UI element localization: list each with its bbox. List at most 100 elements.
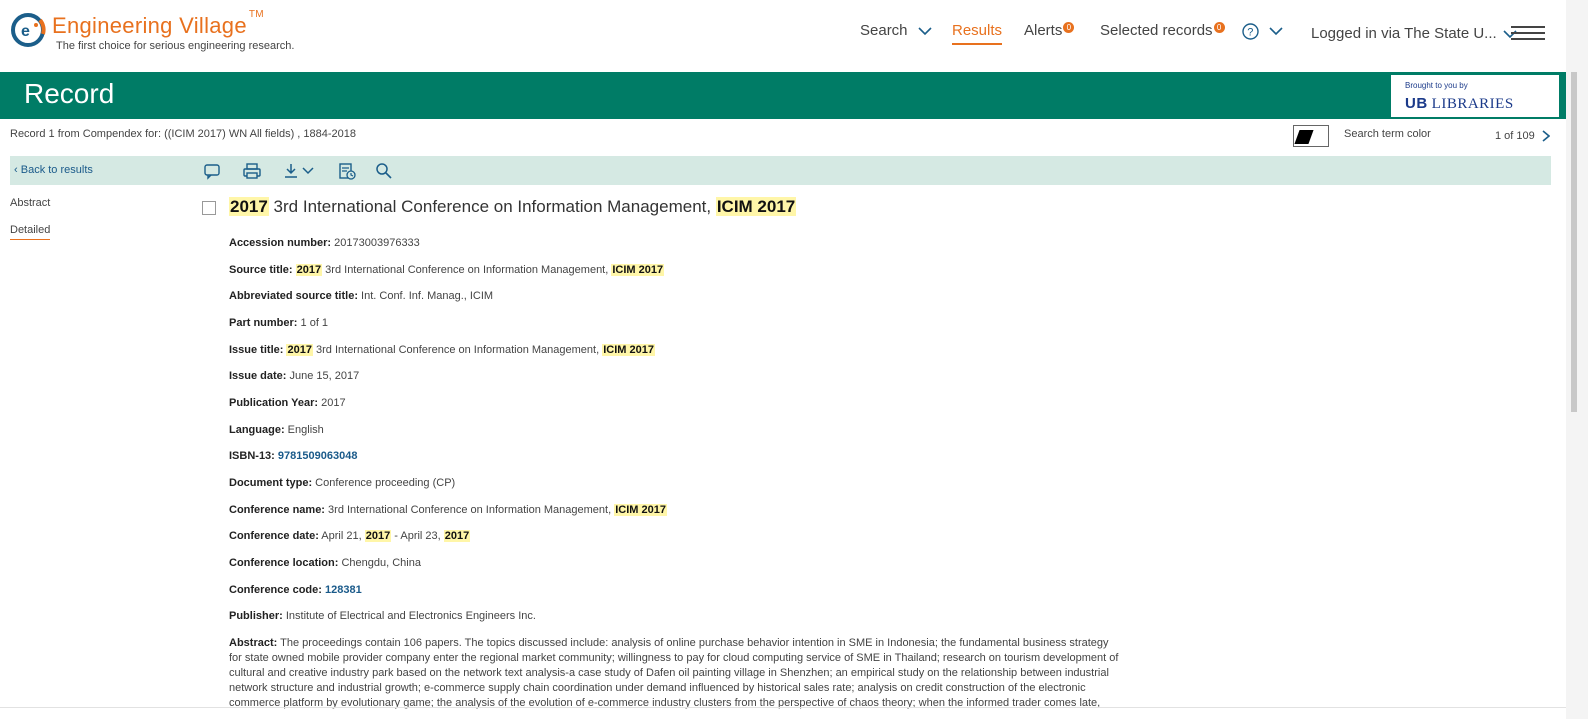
- field-value: - April 23,: [391, 530, 444, 542]
- field-highlight: 2017: [295, 264, 323, 276]
- record-pager[interactable]: 1 of 109: [1495, 130, 1550, 142]
- field-value: Int. Conf. Inf. Manag., ICIM: [357, 290, 494, 302]
- field-value: 3rd International Conference on Informat…: [312, 344, 603, 356]
- field-value: English: [284, 424, 324, 436]
- brought-by-label: Brought to you by: [1405, 81, 1468, 90]
- record-title[interactable]: 2017 3rd International Conference on Inf…: [229, 197, 797, 217]
- engineering-village-logo-icon[interactable]: e: [10, 12, 46, 48]
- sidenav-abstract[interactable]: Abstract: [10, 197, 50, 209]
- comment-icon[interactable]: [202, 161, 222, 181]
- field-abbreviated-source-title: Abbreviated source title: Int. Conf. Inf…: [229, 288, 493, 304]
- field-value: 3rd International Conference on Informat…: [324, 504, 615, 516]
- conference-code-link[interactable]: 128381: [325, 584, 362, 596]
- chevron-down-icon: [918, 26, 932, 35]
- hamburger-menu-icon[interactable]: [1511, 26, 1545, 42]
- field-highlight: ICIM 2017: [602, 344, 655, 356]
- back-to-results-link[interactable]: ‹ Back to results: [14, 164, 93, 176]
- nav-selected-label: Selected records: [1100, 22, 1213, 39]
- field-label: ISBN-13:: [229, 450, 275, 462]
- nav-login[interactable]: Logged in via The State U...: [1311, 25, 1517, 42]
- field-document-type: Document type: Conference proceeding (CP…: [229, 475, 455, 491]
- field-publication-year: Publication Year: 2017: [229, 395, 346, 411]
- field-conference-date: Conference date: April 21, 2017 - April …: [229, 528, 471, 544]
- field-value: Institute of Electrical and Electronics …: [282, 610, 536, 622]
- library-branding[interactable]: Brought to you by UB LIBRARIES: [1390, 74, 1560, 118]
- search-term-color-picker[interactable]: [1293, 125, 1329, 147]
- field-accession-number: Accession number: 20173003976333: [229, 235, 420, 251]
- ub-libraries-logo: UB LIBRARIES: [1405, 95, 1514, 113]
- field-value: Chengdu, China: [338, 557, 421, 569]
- svg-text:?: ?: [1247, 26, 1253, 38]
- field-label: Document type:: [229, 477, 313, 489]
- field-label: Publication Year:: [229, 397, 319, 409]
- search-term-color-label: Search term color: [1344, 128, 1431, 140]
- chevron-down-icon: [1269, 26, 1283, 35]
- nav-search-label: Search: [860, 22, 908, 39]
- field-conference-code: Conference code: 128381: [229, 582, 362, 598]
- help-icon: ?: [1242, 22, 1259, 40]
- field-value: 20173003976333: [331, 237, 420, 249]
- field-label: Conference location:: [229, 557, 339, 569]
- field-label: Conference code:: [229, 584, 322, 596]
- field-label: Accession number:: [229, 237, 332, 249]
- nav-login-label: Logged in via The State U...: [1311, 25, 1497, 42]
- nav-alerts[interactable]: Alerts 0: [1024, 22, 1075, 39]
- chevron-right-icon[interactable]: [1542, 130, 1550, 142]
- field-publisher: Publisher: Institute of Electrical and E…: [229, 608, 536, 624]
- search-icon[interactable]: [374, 161, 394, 181]
- back-label: Back to results: [20, 164, 93, 176]
- field-value: June 15, 2017: [286, 370, 360, 382]
- field-abstract: Abstract: The proceedings contain 106 pa…: [229, 636, 1124, 711]
- ub-logo-mark: UB: [1405, 95, 1428, 112]
- isbn-link[interactable]: 9781509063048: [278, 450, 358, 462]
- chevron-left-icon: ‹: [14, 164, 18, 176]
- field-part-number: Part number: 1 of 1: [229, 315, 328, 331]
- field-highlight: 2017: [364, 530, 392, 542]
- field-conference-location: Conference location: Chengdu, China: [229, 555, 421, 571]
- record-toolbar: ‹ Back to results: [10, 156, 1551, 185]
- scrollbar-thumb[interactable]: [1571, 72, 1577, 412]
- field-issue-title: Issue title: 2017 3rd International Conf…: [229, 342, 655, 358]
- nav-search[interactable]: Search: [860, 22, 932, 39]
- nav-alerts-label: Alerts: [1024, 22, 1063, 39]
- nav-selected-records[interactable]: Selected records 0: [1100, 22, 1225, 39]
- field-label: Issue date:: [229, 370, 287, 382]
- field-value: 3rd International Conference on Informat…: [322, 264, 612, 276]
- field-label: Issue title:: [229, 344, 284, 356]
- selected-count-badge: 0: [1213, 22, 1225, 33]
- field-label: Conference name:: [229, 504, 325, 516]
- print-icon[interactable]: [242, 161, 262, 181]
- field-issue-date: Issue date: June 15, 2017: [229, 368, 359, 384]
- nav-help[interactable]: ?: [1242, 22, 1283, 40]
- title-text: 3rd International Conference on Informat…: [268, 197, 716, 216]
- page-banner: Record Brought to you by UB LIBRARIES: [0, 72, 1566, 119]
- nav-results[interactable]: Results: [952, 22, 1003, 45]
- field-value: April 21,: [318, 530, 365, 542]
- title-highlight-year: 2017: [229, 197, 269, 216]
- field-label: Abstract:: [229, 637, 278, 649]
- field-highlight: 2017: [286, 344, 313, 356]
- site-name[interactable]: Engineering Village TM: [52, 9, 264, 39]
- site-name-text: Engineering Village: [52, 13, 247, 38]
- field-isbn-13: ISBN-13: 9781509063048: [229, 448, 357, 464]
- title-highlight-acronym: ICIM 2017: [715, 197, 797, 216]
- field-label: Conference date:: [229, 530, 319, 542]
- field-label: Language:: [229, 424, 285, 436]
- color-swatch-icon: [1294, 130, 1314, 144]
- download-icon[interactable]: [282, 161, 318, 181]
- ub-logo-text: LIBRARIES: [1431, 96, 1514, 112]
- field-highlight: ICIM 2017: [611, 264, 665, 276]
- field-conference-name: Conference name: 3rd International Confe…: [229, 502, 667, 518]
- page-scrollbar[interactable]: [1566, 0, 1588, 719]
- sidenav-detailed[interactable]: Detailed: [10, 224, 51, 240]
- field-label: Abbreviated source title:: [229, 290, 358, 302]
- svg-text:e: e: [21, 23, 30, 40]
- field-label: Source title:: [229, 264, 293, 276]
- save-to-folder-icon[interactable]: [337, 161, 357, 181]
- field-source-title: Source title: 2017 3rd International Con…: [229, 262, 665, 278]
- pager-text: 1 of 109: [1495, 130, 1535, 142]
- field-label: Publisher:: [229, 610, 283, 622]
- field-highlight: ICIM 2017: [614, 504, 667, 516]
- select-record-checkbox[interactable]: [202, 201, 216, 215]
- trademark: TM: [248, 9, 264, 20]
